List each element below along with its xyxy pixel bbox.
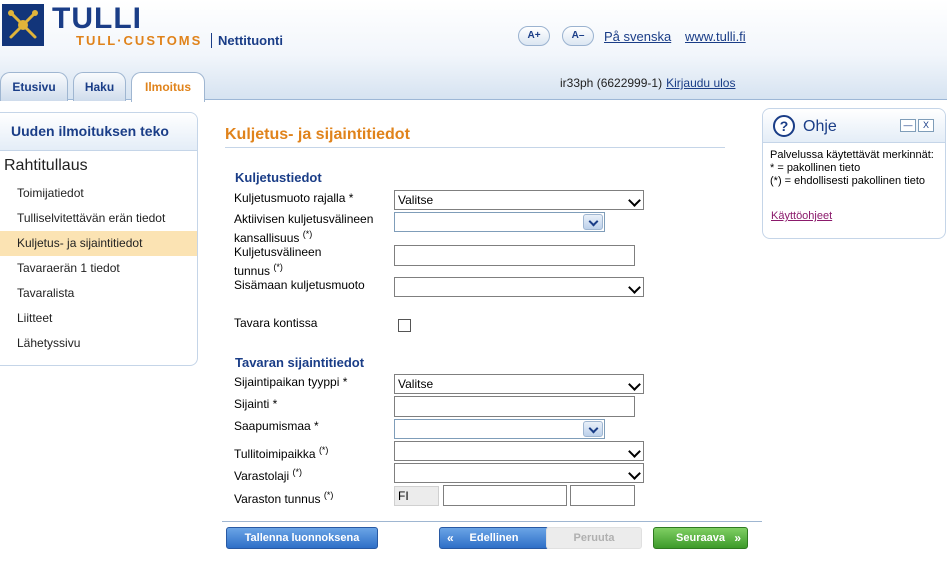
customs-office-select[interactable] bbox=[394, 441, 644, 461]
sidebar-item-kuljetus[interactable]: Kuljetus- ja sijaintitiedot bbox=[0, 231, 197, 256]
previous-button-label: Edellinen bbox=[469, 532, 519, 544]
help-line-2: * = pakollinen tieto bbox=[770, 162, 861, 174]
vehicle-id-label-line1: Kuljetusvälineen bbox=[234, 245, 322, 259]
vehicle-id-label: Kuljetusvälineen tunnus (*) bbox=[234, 245, 394, 279]
customs-logo-icon[interactable] bbox=[2, 4, 44, 46]
chevron-down-icon[interactable] bbox=[583, 214, 603, 230]
cancel-button: Peruuta bbox=[546, 527, 642, 549]
customs-office-label-text: Tullitoimipaikka bbox=[234, 447, 316, 461]
conditional-mark: (*) bbox=[318, 445, 329, 455]
nationality-label: Aktiivisen kuljetusvälineen kansallisuus… bbox=[234, 212, 394, 246]
warehouse-id-label-text: Varaston tunnus bbox=[234, 492, 321, 506]
warehouse-type-select[interactable] bbox=[394, 463, 644, 483]
user-info: ir33ph (6622999-1) Kirjaudu ulos bbox=[560, 76, 735, 90]
transport-mode-label: Kuljetusmuoto rajalla * bbox=[234, 191, 354, 205]
conditional-mark: (*) bbox=[323, 490, 334, 500]
location-type-select[interactable]: Valitse bbox=[394, 374, 644, 394]
conditional-mark: (*) bbox=[292, 467, 302, 477]
user-id: ir33ph (6622999-1) bbox=[560, 76, 663, 90]
vehicle-id-input[interactable] bbox=[394, 245, 635, 266]
font-smaller-button[interactable]: A– bbox=[562, 26, 594, 46]
nationality-label-line2: kansallisuus bbox=[234, 231, 300, 245]
warehouse-type-label: Varastolaji (*) bbox=[234, 465, 394, 484]
brand-name: TULLI bbox=[52, 2, 142, 35]
form-footer-divider bbox=[222, 521, 762, 522]
sidebar: Uuden ilmoituksen teko Rahtitullaus Toim… bbox=[0, 112, 198, 366]
sidebar-item-eran-tiedot[interactable]: Tulliselvitettävän erän tiedot bbox=[0, 206, 197, 231]
help-question-icon: ? bbox=[773, 115, 795, 137]
previous-arrow-icon: « bbox=[447, 531, 454, 545]
nationality-label-line1: Aktiivisen kuljetusvälineen bbox=[234, 212, 374, 226]
tab-etusivu[interactable]: Etusivu bbox=[0, 72, 68, 101]
sidebar-item-toimijatiedot[interactable]: Toimijatiedot bbox=[0, 181, 197, 206]
customs-office-label: Tullitoimipaikka (*) bbox=[234, 443, 394, 462]
sidebar-item-tavaralista[interactable]: Tavaralista bbox=[0, 281, 197, 306]
nationality-combobox[interactable] bbox=[394, 212, 605, 232]
header-separator bbox=[211, 33, 212, 48]
warehouse-id-label: Varaston tunnus (*) bbox=[234, 488, 394, 507]
container-checkbox[interactable] bbox=[398, 319, 411, 332]
warehouse-country-prefix: FI bbox=[394, 486, 439, 506]
service-name: Nettituonti bbox=[218, 33, 283, 48]
next-button-label: Seuraava bbox=[676, 532, 725, 544]
logout-link[interactable]: Kirjaudu ulos bbox=[666, 76, 735, 90]
transport-section-title: Kuljetustiedot bbox=[235, 170, 322, 185]
arrival-country-label: Saapumismaa * bbox=[234, 419, 319, 433]
transport-mode-select[interactable]: Valitse bbox=[394, 190, 644, 210]
minimize-icon[interactable]: — bbox=[900, 119, 916, 132]
arrival-country-combobox[interactable] bbox=[394, 419, 605, 439]
help-header: ? Ohje — X bbox=[763, 109, 945, 143]
warehouse-id-input[interactable] bbox=[443, 485, 567, 506]
location-section-title: Tavaran sijaintitiedot bbox=[235, 355, 365, 370]
help-panel: ? Ohje — X Palvelussa käytettävät merkin… bbox=[762, 108, 946, 239]
next-button[interactable]: Seuraava » bbox=[653, 527, 748, 549]
location-label: Sijainti * bbox=[234, 397, 278, 411]
previous-button[interactable]: « Edellinen bbox=[439, 527, 549, 549]
tulli-site-link[interactable]: www.tulli.fi bbox=[685, 29, 746, 44]
help-title: Ohje bbox=[803, 118, 837, 135]
sidebar-heading: Uuden ilmoituksen teko bbox=[0, 113, 197, 151]
sidebar-item-tavaraera[interactable]: Tavaraerän 1 tiedot bbox=[0, 256, 197, 281]
conditional-mark: (*) bbox=[273, 262, 283, 272]
help-line-1: Palvelussa käytettävät merkinnät: bbox=[770, 149, 934, 161]
brand-subtitle: TULL·CUSTOMS bbox=[76, 33, 203, 48]
conditional-mark: (*) bbox=[302, 229, 313, 239]
next-arrow-icon: » bbox=[734, 531, 741, 545]
header: TULLI TULL·CUSTOMS Nettituonti A+ A– På … bbox=[0, 0, 947, 102]
swedish-language-link[interactable]: På svenska bbox=[604, 29, 671, 44]
close-icon[interactable]: X bbox=[918, 119, 934, 132]
container-label: Tavara kontissa bbox=[234, 316, 318, 330]
tab-haku[interactable]: Haku bbox=[73, 72, 126, 101]
location-type-label: Sijaintipaikan tyyppi * bbox=[234, 375, 348, 389]
save-draft-button[interactable]: Tallenna luonnoksena bbox=[226, 527, 378, 549]
sidebar-item-liitteet[interactable]: Liitteet bbox=[0, 306, 197, 331]
help-body: Palvelussa käytettävät merkinnät: * = pa… bbox=[763, 143, 945, 188]
sidebar-item-lahetyssivu[interactable]: Lähetyssivu bbox=[0, 331, 197, 356]
inland-mode-select[interactable] bbox=[394, 277, 644, 297]
location-input[interactable] bbox=[394, 396, 635, 417]
warehouse-type-label-text: Varastolaji bbox=[234, 469, 290, 483]
help-line-3: (*) = ehdollisesti pakollinen tieto bbox=[770, 175, 926, 187]
font-larger-button[interactable]: A+ bbox=[518, 26, 550, 46]
vehicle-id-label-line2: tunnus bbox=[234, 264, 271, 278]
tab-ilmoitus[interactable]: Ilmoitus bbox=[131, 72, 205, 102]
user-guide-link[interactable]: Käyttöohjeet bbox=[771, 210, 832, 222]
chevron-down-icon[interactable] bbox=[583, 421, 603, 437]
page-title: Kuljetus- ja sijaintitiedot bbox=[225, 126, 410, 143]
title-divider bbox=[225, 147, 725, 148]
warehouse-id-suffix-input[interactable] bbox=[570, 485, 635, 506]
sidebar-group-title: Rahtitullaus bbox=[4, 157, 88, 174]
inland-mode-label: Sisämaan kuljetusmuoto bbox=[234, 278, 365, 292]
